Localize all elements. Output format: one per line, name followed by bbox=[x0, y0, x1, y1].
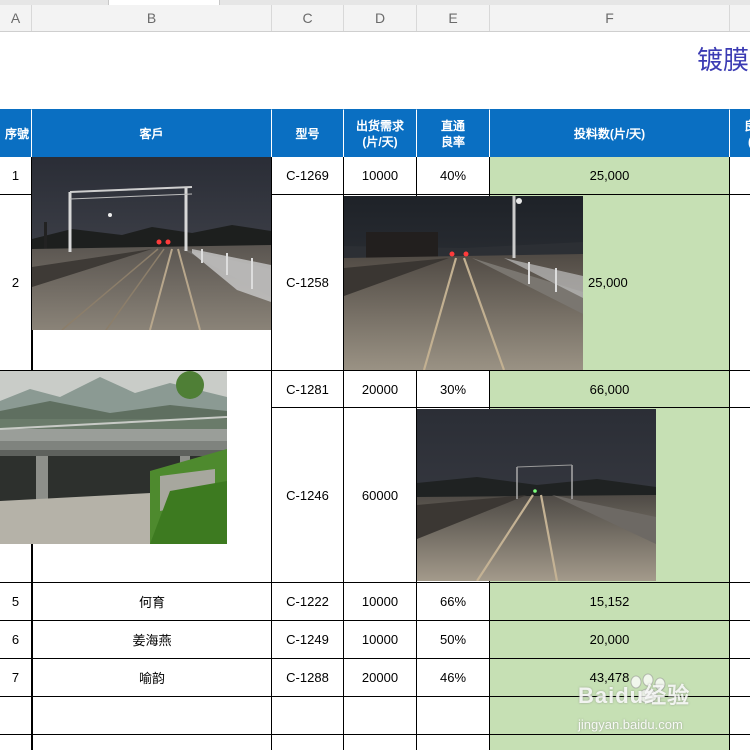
cell-yield-5[interactable]: 66% bbox=[417, 583, 490, 621]
cell-demand-4[interactable]: 60000 bbox=[344, 408, 417, 583]
cell-input-6[interactable]: 20,000 bbox=[490, 621, 730, 659]
header-demand[interactable]: 出货需求 (片/天) bbox=[344, 109, 417, 157]
cell-seq-6[interactable]: 6 bbox=[0, 621, 32, 659]
cell-next-8[interactable] bbox=[730, 697, 750, 735]
cell-yield-8[interactable] bbox=[417, 697, 490, 735]
cell-model-1[interactable]: C-1269 bbox=[272, 157, 344, 195]
cell-input-1[interactable]: 25,000 bbox=[490, 157, 730, 195]
cell-customer-9[interactable] bbox=[32, 735, 272, 750]
watermark-brand: Baidu经验 bbox=[578, 683, 691, 708]
cell-model-6[interactable]: C-1249 bbox=[272, 621, 344, 659]
cell-seq-5[interactable]: 5 bbox=[0, 583, 32, 621]
cell-model-4[interactable]: C-1246 bbox=[272, 408, 344, 583]
cell-next-3[interactable] bbox=[730, 371, 750, 408]
cell-next-1[interactable] bbox=[730, 157, 750, 195]
header-yield[interactable]: 直通 良率 bbox=[417, 109, 490, 157]
cell-yield-7[interactable]: 46% bbox=[417, 659, 490, 697]
cell-model-9[interactable] bbox=[272, 735, 344, 750]
header-input[interactable]: 投料数(片/天) bbox=[490, 109, 730, 157]
cell-demand-7[interactable]: 20000 bbox=[344, 659, 417, 697]
railway-night-photo-1[interactable] bbox=[32, 157, 271, 330]
cell-customer-7[interactable]: 喻韵 bbox=[32, 659, 272, 697]
cell-customer-8[interactable] bbox=[32, 697, 272, 735]
cell-input-2-value: 25,000 bbox=[588, 275, 628, 290]
cell-yield-6[interactable]: 50% bbox=[417, 621, 490, 659]
cell-next-2[interactable] bbox=[730, 195, 750, 371]
bridge-daytime-photo[interactable] bbox=[0, 371, 227, 544]
header-seq[interactable]: 序號 bbox=[0, 109, 32, 157]
cell-demand-8[interactable] bbox=[344, 697, 417, 735]
cell-demand-3[interactable]: 20000 bbox=[344, 371, 417, 408]
cell-model-2[interactable]: C-1258 bbox=[272, 195, 344, 371]
cell-yield-3[interactable]: 30% bbox=[417, 371, 490, 408]
cell-seq-9[interactable] bbox=[0, 735, 32, 750]
cell-input-9[interactable] bbox=[490, 735, 730, 750]
cell-seq-2[interactable]: 2 bbox=[0, 195, 32, 371]
railway-night-photo-2[interactable] bbox=[344, 196, 583, 370]
cell-yield-1[interactable]: 40% bbox=[417, 157, 490, 195]
railway-night-photo-1-image bbox=[32, 157, 271, 330]
cell-next-9[interactable] bbox=[730, 735, 750, 750]
cell-input-3[interactable]: 66,000 bbox=[490, 371, 730, 408]
cell-demand-1[interactable]: 10000 bbox=[344, 157, 417, 195]
cell-model-3[interactable]: C-1281 bbox=[272, 371, 344, 408]
cell-input-5[interactable]: 15,152 bbox=[490, 583, 730, 621]
cell-model-5[interactable]: C-1222 bbox=[272, 583, 344, 621]
cell-seq-7[interactable]: 7 bbox=[0, 659, 32, 697]
cell-seq-1[interactable]: 1 bbox=[0, 157, 32, 195]
cell-model-7[interactable]: C-1288 bbox=[272, 659, 344, 697]
cell-yield-9[interactable] bbox=[417, 735, 490, 750]
cell-demand-5[interactable]: 10000 bbox=[344, 583, 417, 621]
watermark-url: jingyan.baidu.com bbox=[578, 717, 683, 732]
cell-customer-5[interactable]: 何育 bbox=[32, 583, 272, 621]
cell-customer-6[interactable]: 姜海燕 bbox=[32, 621, 272, 659]
cell-model-8[interactable] bbox=[272, 697, 344, 735]
cell-next-4[interactable] bbox=[730, 408, 750, 583]
railway-night-photo-3[interactable] bbox=[417, 409, 656, 581]
cell-seq-8[interactable] bbox=[0, 697, 32, 735]
header-next[interactable]: 良 ( bbox=[730, 109, 750, 157]
railway-night-photo-3-image bbox=[417, 409, 656, 581]
bridge-daytime-photo-image bbox=[0, 371, 227, 544]
cell-demand-9[interactable] bbox=[344, 735, 417, 750]
cell-next-5[interactable] bbox=[730, 583, 750, 621]
cell-next-7[interactable] bbox=[730, 659, 750, 697]
header-model[interactable]: 型号 bbox=[272, 109, 344, 157]
header-customer[interactable]: 客戶 bbox=[32, 109, 272, 157]
cell-demand-6[interactable]: 10000 bbox=[344, 621, 417, 659]
cell-next-6[interactable] bbox=[730, 621, 750, 659]
railway-night-photo-2-image bbox=[344, 196, 583, 370]
